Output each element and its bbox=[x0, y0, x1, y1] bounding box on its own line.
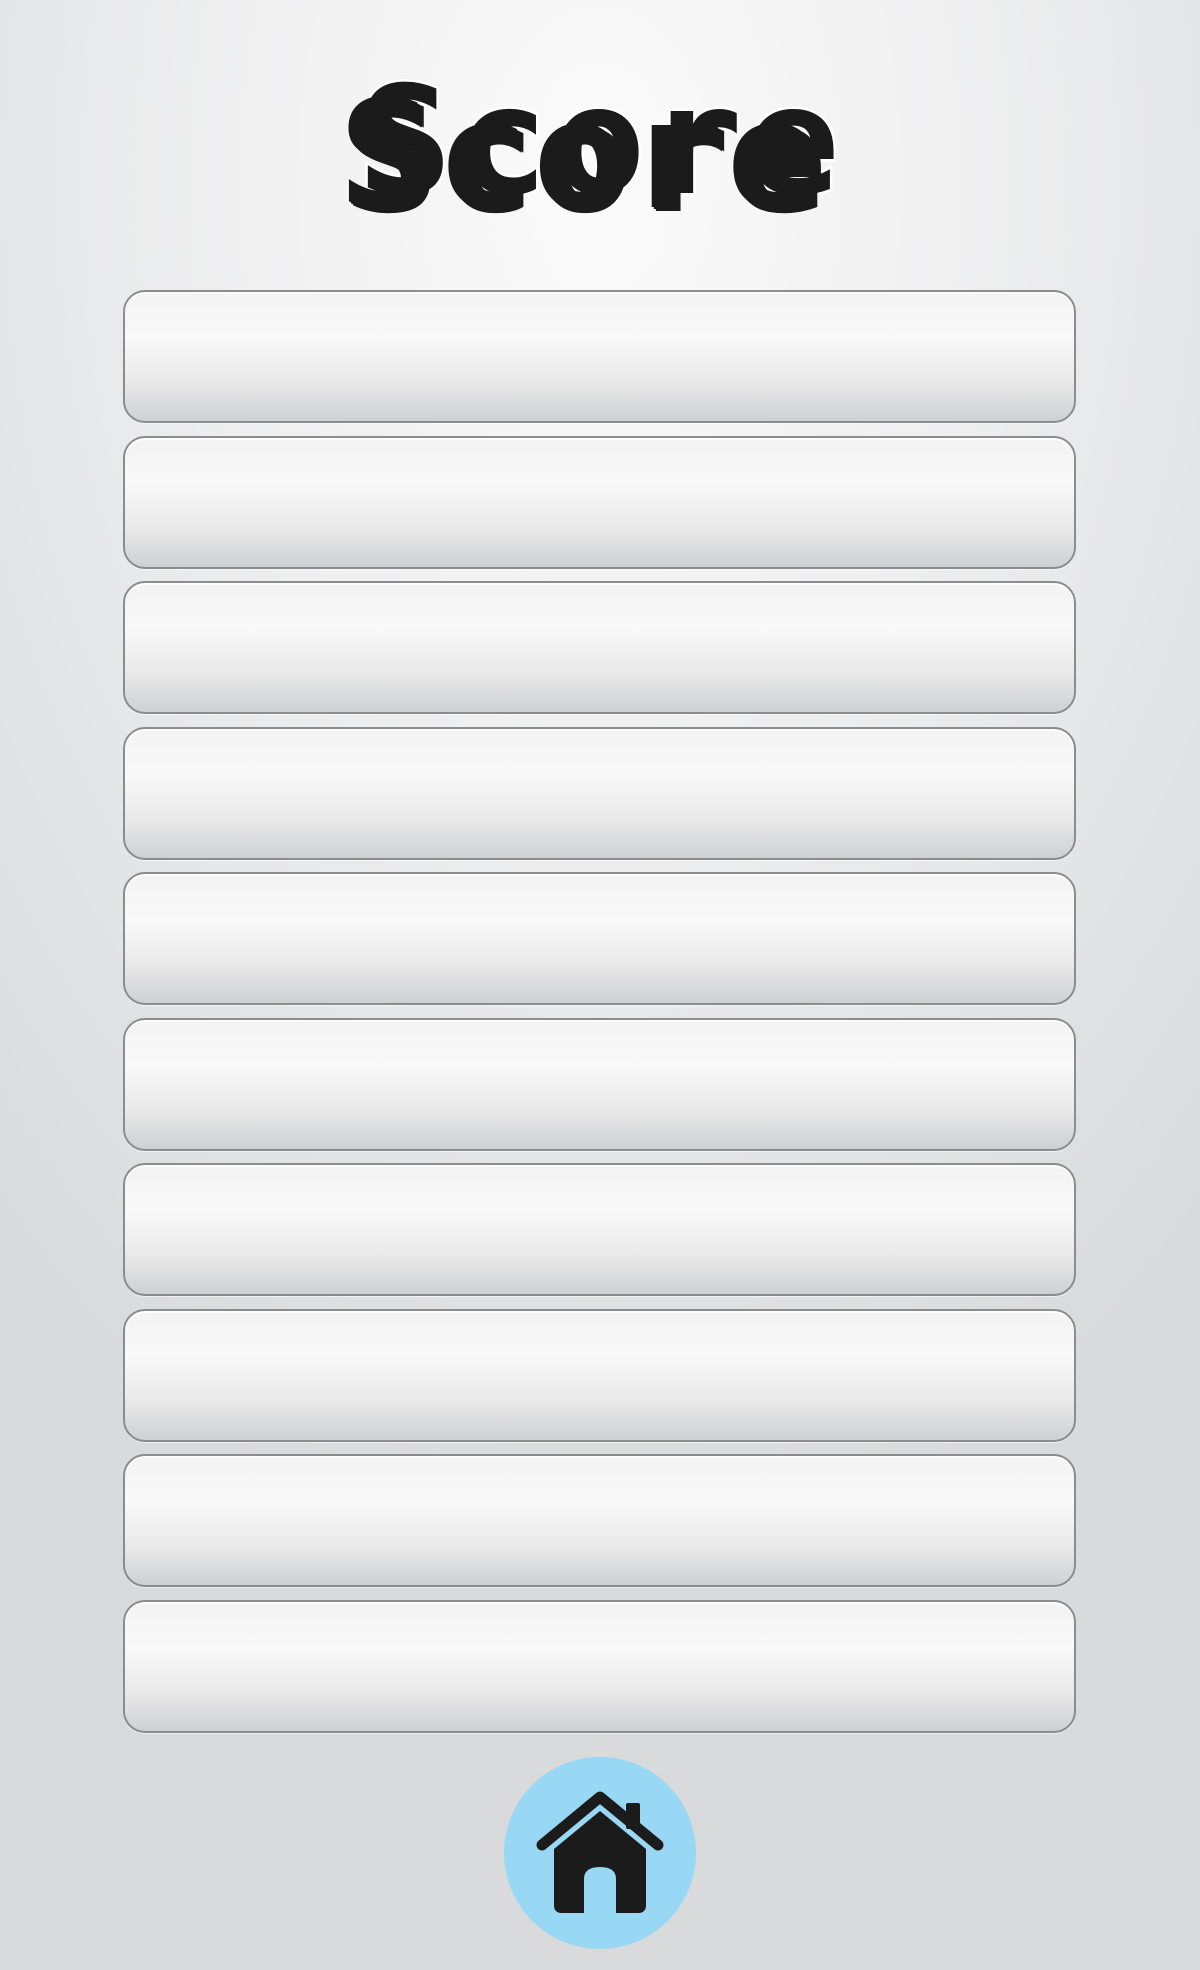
home-icon bbox=[536, 1791, 664, 1913]
score-row bbox=[123, 581, 1076, 714]
score-row bbox=[123, 872, 1076, 1005]
score-row bbox=[123, 1599, 1076, 1733]
score-row bbox=[123, 290, 1076, 423]
score-row bbox=[123, 1308, 1076, 1442]
score-row bbox=[123, 435, 1076, 569]
score-row bbox=[123, 1454, 1076, 1587]
title-area: Score bbox=[0, 52, 1200, 232]
score-row bbox=[123, 726, 1076, 860]
score-row bbox=[123, 1017, 1076, 1151]
page-title: Score bbox=[355, 53, 843, 232]
score-list bbox=[123, 290, 1076, 1745]
score-row bbox=[123, 1163, 1076, 1296]
home-button[interactable] bbox=[504, 1757, 696, 1949]
